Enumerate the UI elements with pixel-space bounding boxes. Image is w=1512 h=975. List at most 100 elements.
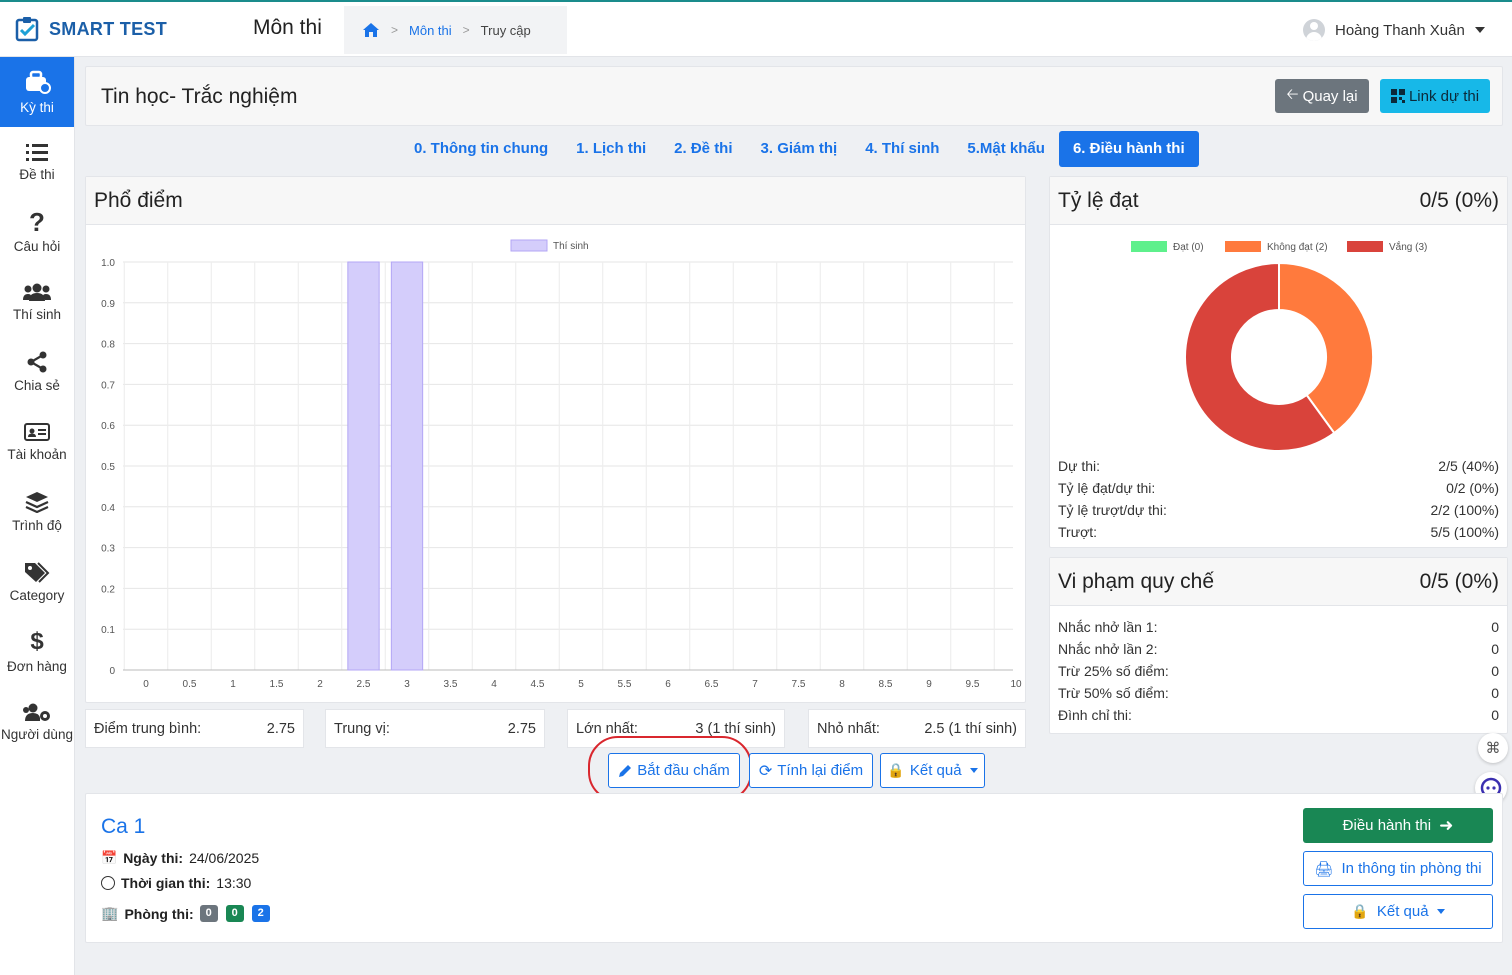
legend-swatch xyxy=(510,239,548,252)
sidebar-item-nguoi-dung[interactable]: Người dùng xyxy=(0,687,74,757)
y-tick-label: 0.7 xyxy=(101,380,115,391)
print-room-info-button[interactable]: 🖨 In thông tin phòng thi xyxy=(1303,851,1493,886)
breadcrumb-truy-cap: Truy cập xyxy=(480,22,531,38)
sidebar-item-category[interactable]: Category xyxy=(0,547,74,617)
tab-giam-thi[interactable]: 3. Giám thị xyxy=(747,131,852,167)
sidebar-item-label: Đề thi xyxy=(19,167,55,182)
session-results-button[interactable]: 🔒 Kết quả xyxy=(1303,894,1493,929)
sidebar-item-ky-thi[interactable]: Kỳ thi xyxy=(0,57,74,127)
share-icon xyxy=(27,351,47,373)
stat-row: Trừ 25% số điểm: 0 xyxy=(1058,660,1499,682)
exam-link-button[interactable]: Link dự thi xyxy=(1380,79,1490,113)
qrcode-icon xyxy=(1390,89,1405,103)
pass-rate-stats: Dự thi: 2/5 (40%) Tỷ lệ đạt/dự thi: 0/2 (0… xyxy=(1058,455,1499,543)
x-tick-label: 6 xyxy=(665,679,671,690)
top-bar: SMART TEST Môn thi > Môn thi > Truy cập … xyxy=(0,0,1512,57)
id-card-icon xyxy=(24,423,50,441)
control-exam-button[interactable]: Điều hành thi ➜ xyxy=(1303,808,1493,843)
control-exam-label: Điều hành thi xyxy=(1342,817,1432,834)
legend-swatch xyxy=(1131,241,1167,252)
sidebar-item-chia-se[interactable]: Chia sẻ xyxy=(0,337,74,407)
breadcrumb-separator: > xyxy=(391,23,399,37)
command-icon[interactable]: ⌘ xyxy=(1478,733,1508,763)
breadcrumb-mon-thi[interactable]: Môn thi xyxy=(409,23,452,38)
bar xyxy=(390,261,424,671)
session-time: Thời gian thi: 13:30 xyxy=(101,875,251,891)
home-icon[interactable] xyxy=(362,22,380,38)
x-tick-label: 7 xyxy=(752,679,758,690)
tab-de-thi[interactable]: 2. Đề thi xyxy=(660,131,746,167)
lock-icon: 🔒 xyxy=(887,762,905,778)
pass-rate-title: Tỷ lệ đạt xyxy=(1058,188,1139,212)
calendar-icon: 📅 xyxy=(101,850,118,865)
logo-icon xyxy=(15,17,39,42)
stat-average: Điểm trung bình: 2.75 xyxy=(85,709,304,748)
stat-value: 2.5 (1 thí sinh) xyxy=(924,720,1017,737)
x-tick-label: 4 xyxy=(491,679,497,690)
score-distribution-title: Phổ điểm xyxy=(94,188,183,212)
sidebar-item-tai-khoan[interactable]: Tài khoản xyxy=(0,407,74,477)
stat-label: Lớn nhất: xyxy=(576,720,638,737)
sidebar: Kỳ thi Đề thi ? Câu hỏi Thí sinh Chia sẻ… xyxy=(0,57,75,975)
violations-value: 0/5 (0%) xyxy=(1419,569,1499,593)
back-button-label: Quay lại xyxy=(1302,87,1358,105)
sidebar-item-label: Thí sinh xyxy=(12,307,62,322)
stat-value: 2.75 xyxy=(266,720,295,737)
y-tick-label: 1.0 xyxy=(101,258,115,269)
session-title: Ca 1 xyxy=(101,815,146,838)
y-tick-label: 0.4 xyxy=(101,503,115,514)
pass-rate-panel: Tỷ lệ đạt 0/5 (0%) Đạt (0) Không đạt (2) V… xyxy=(1049,176,1508,548)
stat-value: 3 (1 thí sinh) xyxy=(695,720,776,737)
sidebar-item-label: Trình độ xyxy=(12,518,62,533)
violations-panel: Vi phạm quy chế 0/5 (0%) Nhắc nhở lần 1:… xyxy=(1049,557,1508,734)
stat-row: Đình chỉ thi: 0 xyxy=(1058,704,1499,726)
arrow-left-icon: 🡠 xyxy=(1286,85,1299,103)
sidebar-item-trinh-do[interactable]: Trình độ xyxy=(0,477,74,547)
pass-rate-donut: Đạt (0) Không đạt (2) Vắng (3) xyxy=(1131,240,1427,452)
legend-swatch xyxy=(1347,241,1383,252)
x-tick-label: 5 xyxy=(578,679,584,690)
room-badge-active: 0 xyxy=(225,905,244,922)
legend-label: Đạt (0) xyxy=(1173,242,1204,253)
clock-icon xyxy=(101,876,115,890)
sidebar-item-label: Đơn hàng xyxy=(7,659,67,674)
y-tick-label: 0.9 xyxy=(101,299,115,310)
x-tick-label: 8 xyxy=(839,679,845,690)
users-cog-icon xyxy=(23,703,50,721)
tab-dieu-hanh-thi[interactable]: 6. Điều hành thi xyxy=(1058,131,1199,167)
recalculate-button[interactable]: ⟳ Tính lại điểm xyxy=(749,753,873,788)
building-icon: 🏢 xyxy=(101,905,119,921)
stat-value: 5/5 (100%) xyxy=(1430,524,1499,540)
sidebar-item-thi-sinh[interactable]: Thí sinh xyxy=(0,267,74,337)
score-distribution-header: Phổ điểm xyxy=(86,177,1025,225)
y-tick-label: 0.1 xyxy=(101,625,115,636)
tab-thi-sinh[interactable]: 4. Thí sinh xyxy=(851,131,953,167)
tab-lich-thi[interactable]: 1. Lịch thi xyxy=(562,131,660,167)
pass-rate-header: Tỷ lệ đạt 0/5 (0%) xyxy=(1050,177,1507,225)
stat-row: Nhắc nhở lần 1: 0 xyxy=(1058,616,1499,638)
user-menu[interactable]: Hoàng Thanh Xuân xyxy=(1303,19,1485,41)
tab-thong-tin-chung[interactable]: 0. Thông tin chung xyxy=(400,131,562,167)
stat-value: 0 xyxy=(1491,707,1499,723)
x-tick-label: 1 xyxy=(230,679,236,690)
sidebar-item-cau-hoi[interactable]: ? Câu hỏi xyxy=(0,197,74,267)
stat-label: Trừ 25% số điểm: xyxy=(1058,663,1169,679)
x-tick-label: 4.5 xyxy=(531,679,545,690)
stat-row: Nhắc nhở lần 2: 0 xyxy=(1058,638,1499,660)
x-tick-label: 3.5 xyxy=(444,679,458,690)
chevron-down-icon xyxy=(1474,27,1485,33)
stat-label: Đình chỉ thi: xyxy=(1058,707,1132,723)
session-date: 📅 Ngày thi: 24/06/2025 xyxy=(101,850,259,866)
recalculate-label: Tính lại điểm xyxy=(777,762,864,779)
user-name: Hoàng Thanh Xuân xyxy=(1335,21,1465,39)
x-tick-label: 0 xyxy=(143,679,149,690)
sidebar-item-de-thi[interactable]: Đề thi xyxy=(0,127,74,197)
back-button[interactable]: 🡠 Quay lại xyxy=(1275,79,1369,113)
sidebar-item-don-hang[interactable]: $ Đơn hàng xyxy=(0,617,74,687)
y-tick-label: 0.3 xyxy=(101,544,115,555)
tab-mat-khau[interactable]: 5.Mật khẩu xyxy=(953,131,1059,167)
stat-value: 2/5 (40%) xyxy=(1438,458,1499,474)
results-dropdown-button[interactable]: 🔒 Kết quả xyxy=(880,753,985,788)
app-logo[interactable]: SMART TEST xyxy=(13,14,167,44)
stat-median: Trung vị: 2.75 xyxy=(325,709,545,748)
